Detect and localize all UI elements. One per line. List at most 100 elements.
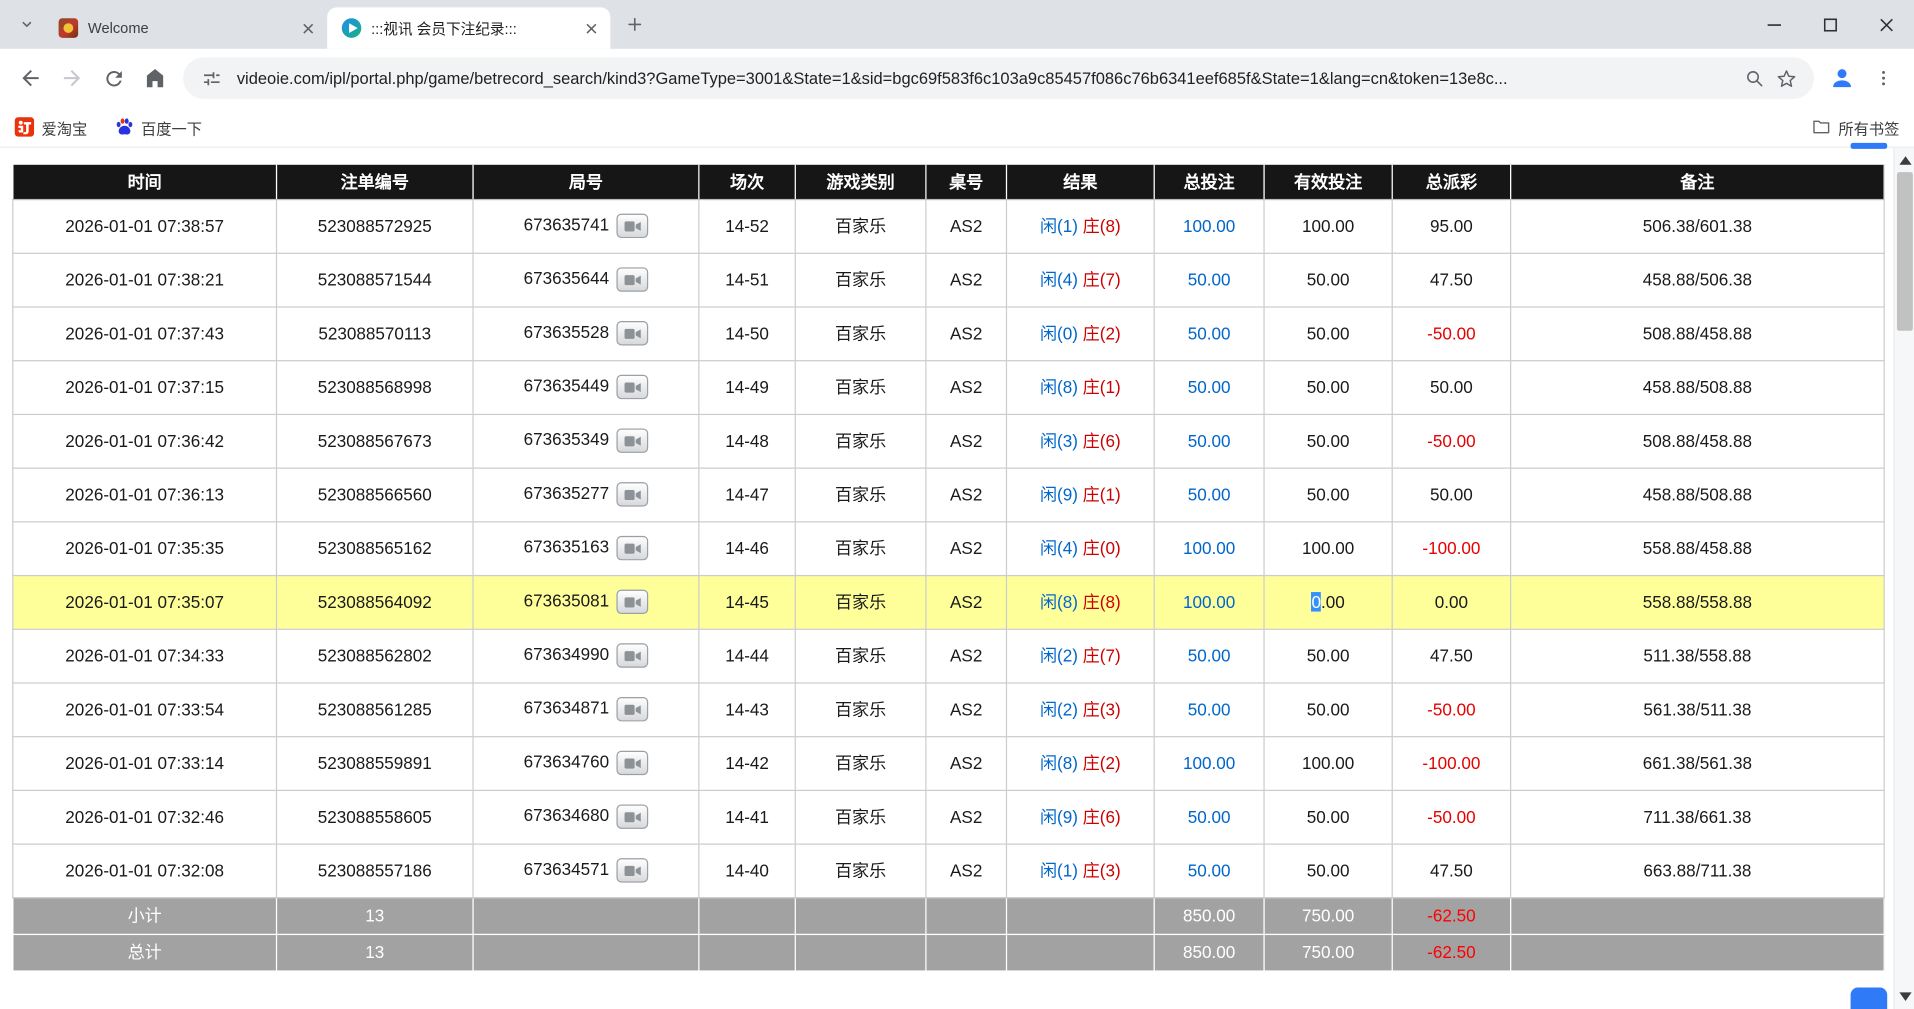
- total-bet-link[interactable]: 100.00: [1183, 592, 1235, 612]
- video-replay-button[interactable]: [616, 321, 648, 345]
- total-bet-link[interactable]: 100.00: [1183, 753, 1235, 773]
- total-bet-link[interactable]: 50.00: [1188, 377, 1231, 397]
- bet-row[interactable]: 2026-01-01 07:36:13523088566560673635277…: [13, 468, 1884, 522]
- game-type: 百家乐: [795, 306, 926, 360]
- profile-avatar[interactable]: [1821, 57, 1863, 99]
- back-button[interactable]: [10, 57, 52, 99]
- video-replay-button[interactable]: [616, 643, 648, 667]
- total-bet-cell[interactable]: 100.00: [1154, 521, 1264, 575]
- bet-row[interactable]: 2026-01-01 07:34:33523088562802673634990…: [13, 629, 1884, 683]
- total-bet-cell[interactable]: 50.00: [1154, 306, 1264, 360]
- forward-button[interactable]: [51, 57, 93, 99]
- bet-id: 523088558605: [276, 790, 473, 844]
- total-bet-link[interactable]: 100.00: [1183, 538, 1235, 558]
- minimize-button[interactable]: [1746, 0, 1802, 49]
- bet-row[interactable]: 2026-01-01 07:35:35523088565162673635163…: [13, 521, 1884, 575]
- banker-result: 庄(1): [1083, 377, 1121, 397]
- bet-row[interactable]: 2026-01-01 07:33:54523088561285673634871…: [13, 682, 1884, 736]
- remark: 558.88/458.88: [1511, 521, 1885, 575]
- bookmark-baidu[interactable]: 百度一下: [114, 115, 202, 138]
- total-bet-link[interactable]: 50.00: [1188, 807, 1231, 827]
- browser-menu-button[interactable]: [1863, 57, 1905, 99]
- bet-row[interactable]: 2026-01-01 07:37:43523088570113673635528…: [13, 306, 1884, 360]
- video-replay-button[interactable]: [616, 375, 648, 399]
- site-info-icon[interactable]: [195, 62, 227, 94]
- session: 14-51: [699, 253, 795, 307]
- bet-row[interactable]: 2026-01-01 07:37:15523088568998673635449…: [13, 360, 1884, 414]
- total-bet-link[interactable]: 100.00: [1183, 216, 1235, 236]
- total-bet-link[interactable]: 50.00: [1188, 699, 1231, 719]
- video-replay-button[interactable]: [616, 858, 648, 882]
- round-number: 673634760: [524, 752, 610, 772]
- bet-row[interactable]: 2026-01-01 07:33:14523088559891673634760…: [13, 736, 1884, 790]
- video-camera-icon: [623, 649, 641, 662]
- welcome-favicon-icon: [59, 18, 79, 38]
- total-bet-link[interactable]: 50.00: [1188, 485, 1231, 505]
- bet-row[interactable]: 2026-01-01 07:32:08523088557186673634571…: [13, 844, 1884, 898]
- bet-row[interactable]: 2026-01-01 07:38:57523088572925673635741…: [13, 199, 1884, 253]
- tab-welcome[interactable]: Welcome: [44, 7, 327, 49]
- player-result: 闲(4): [1040, 270, 1078, 290]
- total-bet-link[interactable]: 50.00: [1188, 861, 1231, 881]
- player-result: 闲(2): [1040, 646, 1078, 666]
- window-close-button[interactable]: [1858, 0, 1914, 49]
- bet-row[interactable]: 2026-01-01 07:32:46523088558605673634680…: [13, 790, 1884, 844]
- total-bet-cell[interactable]: 50.00: [1154, 790, 1264, 844]
- scroll-up-arrow[interactable]: [1895, 150, 1914, 171]
- total-bet-cell[interactable]: 100.00: [1154, 736, 1264, 790]
- bet-row[interactable]: 2026-01-01 07:36:42523088567673673635349…: [13, 414, 1884, 468]
- total-bet-link[interactable]: 50.00: [1188, 431, 1231, 451]
- video-replay-button[interactable]: [616, 536, 648, 560]
- total-bet-link[interactable]: 50.00: [1188, 270, 1231, 290]
- total-row: 总计13850.00750.00-62.50: [13, 934, 1884, 971]
- total-bet-link[interactable]: 50.00: [1188, 323, 1231, 343]
- scrollbar-thumb[interactable]: [1897, 172, 1913, 331]
- floating-accent-top: [1851, 143, 1888, 149]
- bookmark-star-icon[interactable]: [1770, 62, 1802, 94]
- bet-time: 2026-01-01 07:38:57: [13, 199, 277, 253]
- video-camera-icon: [623, 756, 641, 769]
- total-bet-cell[interactable]: 50.00: [1154, 253, 1264, 307]
- total-bet-cell[interactable]: 100.00: [1154, 575, 1264, 629]
- tab-bet-records[interactable]: :::视讯 会员下注纪录:::: [327, 7, 610, 49]
- scroll-down-arrow[interactable]: [1895, 986, 1914, 1007]
- total-bet-cell[interactable]: 50.00: [1154, 844, 1264, 898]
- triangle-down-icon: [1899, 992, 1911, 1001]
- payout-cell: 95.00: [1392, 199, 1510, 253]
- video-replay-button[interactable]: [616, 428, 648, 452]
- bet-row[interactable]: 2026-01-01 07:35:07523088564092673635081…: [13, 575, 1884, 629]
- video-replay-button[interactable]: [616, 214, 648, 238]
- url-text[interactable]: videoie.com/ipl/portal.php/game/betrecor…: [237, 69, 1729, 87]
- total-bet-link[interactable]: 50.00: [1188, 646, 1231, 666]
- video-replay-button[interactable]: [616, 267, 648, 291]
- video-replay-button[interactable]: [616, 804, 648, 828]
- video-replay-button[interactable]: [616, 697, 648, 721]
- tab-close-icon[interactable]: [581, 18, 601, 38]
- all-bookmarks-button[interactable]: 所有书签: [1811, 115, 1899, 138]
- bet-time: 2026-01-01 07:32:08: [13, 844, 277, 898]
- total-bet-cell[interactable]: 50.00: [1154, 360, 1264, 414]
- home-button[interactable]: [134, 57, 176, 99]
- refresh-button[interactable]: [93, 57, 135, 99]
- total-bet-cell[interactable]: 50.00: [1154, 682, 1264, 736]
- floating-scroll-button[interactable]: [1851, 988, 1888, 1009]
- tab-close-icon[interactable]: [298, 18, 318, 38]
- vertical-scrollbar[interactable]: [1893, 148, 1914, 1009]
- bookmark-label: 百度一下: [141, 115, 202, 138]
- total-bet-cell[interactable]: 100.00: [1154, 199, 1264, 253]
- total-bet-cell[interactable]: 50.00: [1154, 629, 1264, 683]
- remark: 506.38/601.38: [1511, 199, 1885, 253]
- total-bet-cell[interactable]: 50.00: [1154, 468, 1264, 522]
- bet-row[interactable]: 2026-01-01 07:38:21523088571544673635644…: [13, 253, 1884, 307]
- address-bar[interactable]: videoie.com/ipl/portal.php/game/betrecor…: [183, 57, 1814, 99]
- video-replay-button[interactable]: [616, 751, 648, 775]
- bookmark-aitaobao[interactable]: 爱淘宝: [15, 115, 88, 138]
- new-tab-button[interactable]: [618, 7, 652, 41]
- maximize-button[interactable]: [1802, 0, 1858, 49]
- video-replay-button[interactable]: [616, 482, 648, 506]
- zoom-icon[interactable]: [1738, 62, 1770, 94]
- video-camera-icon: [623, 219, 641, 232]
- video-replay-button[interactable]: [616, 590, 648, 614]
- total-bet-cell[interactable]: 50.00: [1154, 414, 1264, 468]
- tab-search-button[interactable]: [10, 7, 44, 41]
